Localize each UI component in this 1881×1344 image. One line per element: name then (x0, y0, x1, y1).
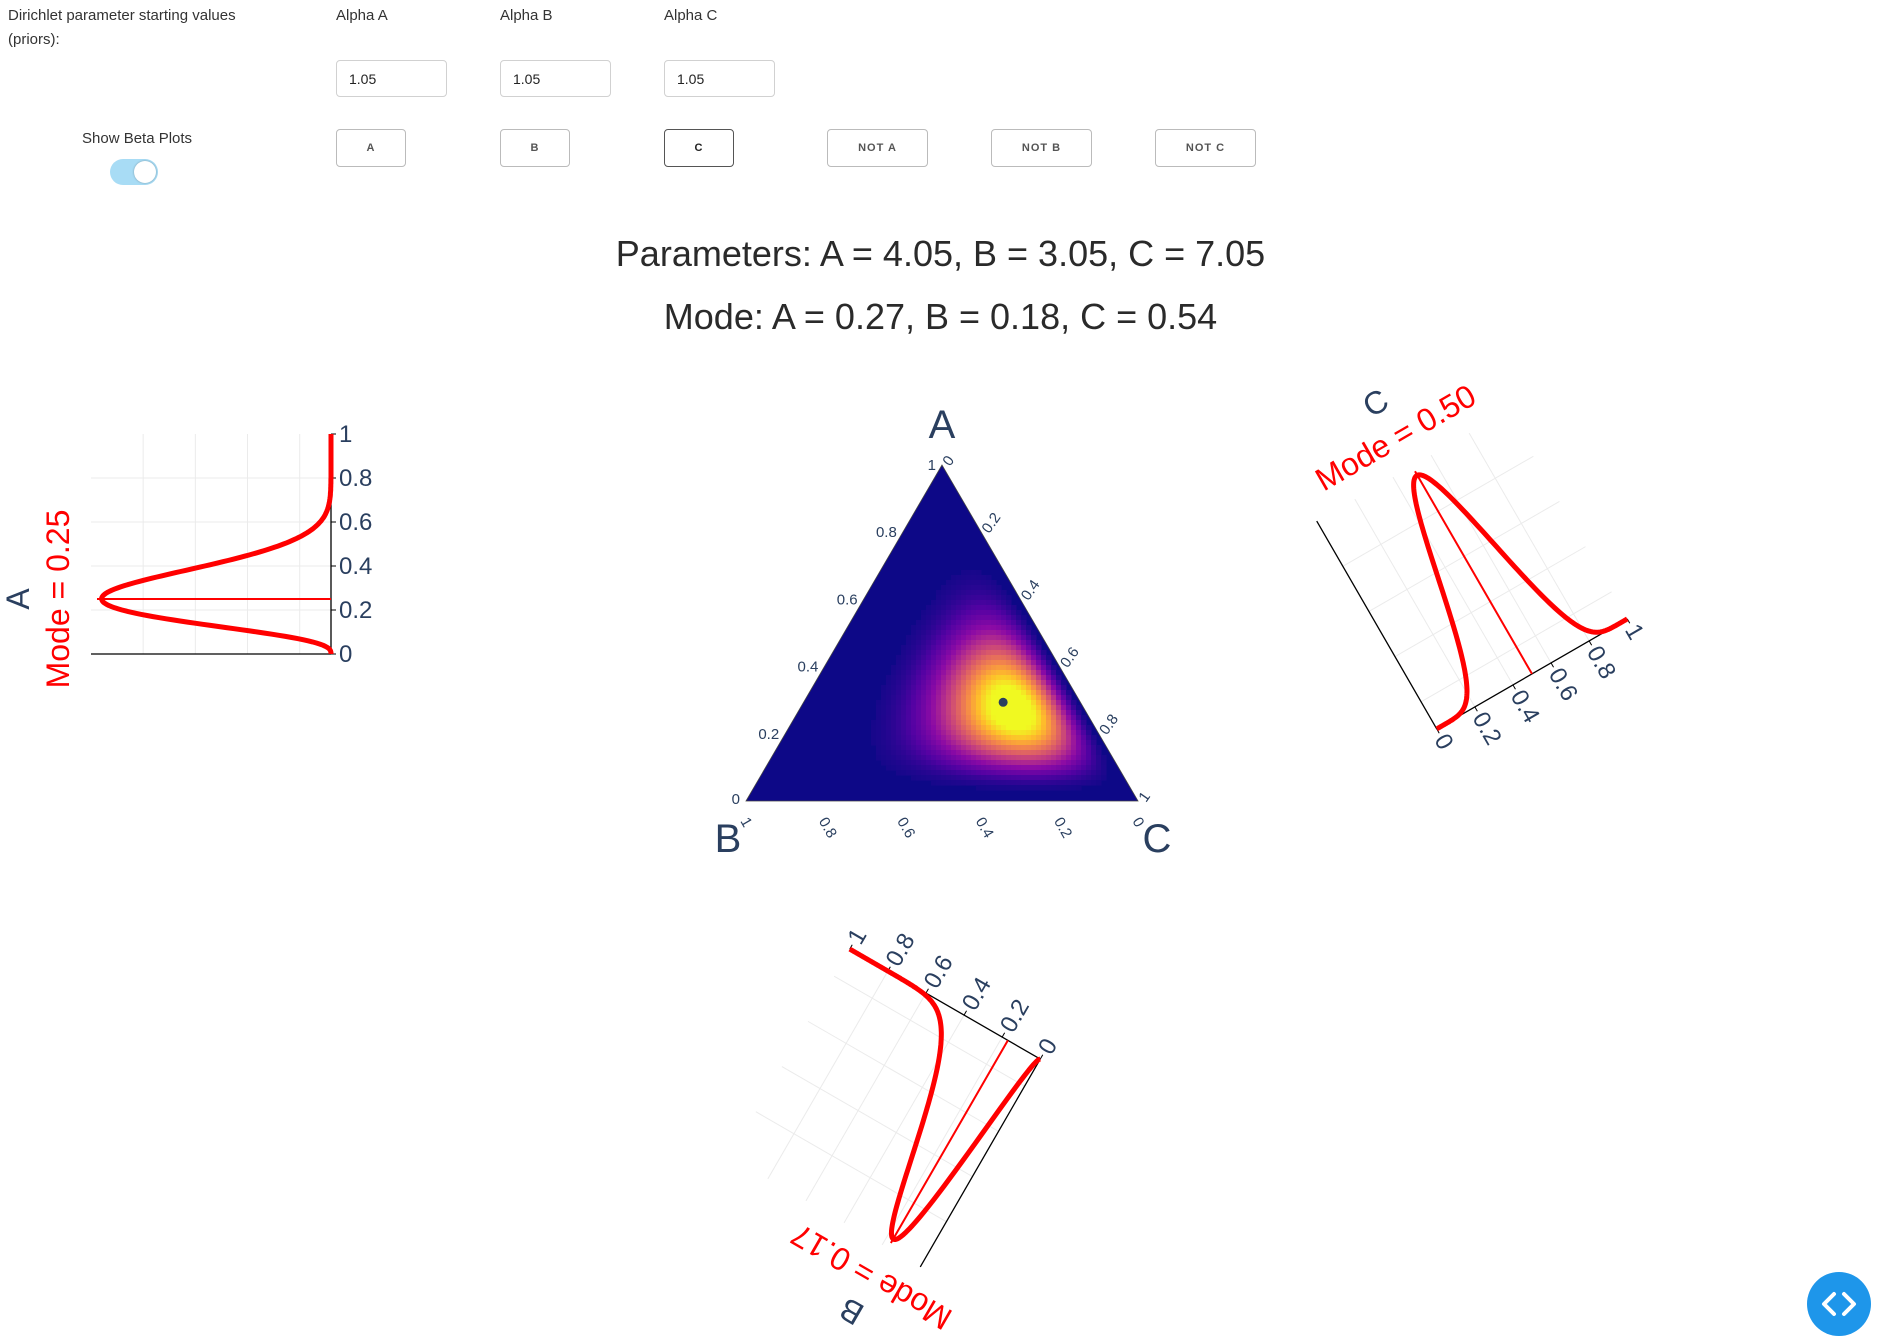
beta-tick-label: 0.4 (957, 973, 997, 1015)
beta-tick-label: 1 (1619, 619, 1649, 644)
vertex-label-c: C (1143, 817, 1172, 861)
b-axis-tick: 0.2 (1050, 815, 1075, 842)
beta-tick-label: 0.2 (995, 995, 1035, 1037)
beta-tick-mark (1512, 684, 1516, 690)
mode-annotation: Mode = 0.17 (785, 1217, 958, 1338)
beta-tick-mark (887, 966, 891, 972)
beta-tick-mark (1626, 618, 1631, 624)
mode-line (890, 1039, 1009, 1244)
beta-plot-a: 0 0.2 0.4 0.6 0.8 1 Mode = 0.25A (0, 421, 372, 688)
beta-tick-label: 1 (339, 421, 352, 448)
beta-tick-label: 0 (1033, 1034, 1063, 1059)
beta-value-axis (1316, 520, 1438, 730)
a-axis-tick: 1 (928, 457, 936, 474)
beta-tick-mark (1436, 728, 1440, 734)
c-axis-tick: 0.2 (979, 510, 1005, 537)
show-beta-label: Show Beta Plots (82, 130, 193, 147)
alpha-b-input[interactable] (500, 60, 611, 97)
b-axis-tick: 0 (1129, 815, 1148, 831)
beta-tick-mark (1039, 1054, 1044, 1060)
beta-tick-label: 0.2 (1467, 707, 1507, 749)
beta-density-curve (848, 946, 1042, 1243)
a-axis-tick: 0.6 (837, 591, 858, 608)
mode-annotation: Mode = 0.50 (1309, 377, 1482, 498)
beta-grid (1342, 432, 1612, 708)
a-axis-tick: 0.4 (798, 659, 819, 676)
b-axis-tick: 0.8 (815, 815, 840, 842)
beta-title: B (833, 1291, 869, 1333)
beta-tick-mark (925, 988, 929, 994)
ternary-plot: 0.20.40.60.81000.20.40.60.8100.20.40.60.… (715, 403, 1172, 861)
beta-plot-b: 00.20.40.60.8 1 Mode = 0.17B (755, 924, 1063, 1338)
button-a[interactable]: A (336, 129, 406, 167)
c-axis-tick: 0.6 (1057, 644, 1083, 671)
beta-tick-mark (1474, 706, 1478, 712)
code-icon (1822, 1292, 1856, 1316)
c-axis-tick: 0.8 (1096, 711, 1122, 738)
c-axis-tick: 0.4 (1018, 577, 1044, 604)
beta-tick-label: 0.8 (1581, 641, 1621, 683)
button-b[interactable]: B (500, 129, 570, 167)
c-axis-tick: 1 (1135, 789, 1154, 806)
beta-title: A (0, 588, 36, 610)
c-axis-tick: 0 (939, 453, 958, 470)
alpha-b-label: Alpha B (500, 7, 553, 24)
beta-grid (755, 970, 1025, 1246)
alpha-c-label: Alpha C (664, 7, 718, 24)
code-toggle-button[interactable] (1807, 1272, 1871, 1336)
beta-density-curve (1411, 472, 1629, 732)
parameters-heading: Parameters: A = 4.05, B = 3.05, C = 7.05 (615, 233, 1266, 274)
beta-tick-label: 0.2 (339, 597, 372, 624)
button-not-b[interactable]: NOT B (991, 129, 1092, 167)
beta-tick-label: 0.4 (1505, 685, 1545, 727)
beta-tick-mark (963, 1010, 967, 1016)
beta-tick-label: 1 (842, 924, 872, 949)
beta-density-curve (99, 432, 334, 656)
beta-tick-label: 0.6 (919, 951, 959, 993)
mode-annotation: Mode = 0.25 (40, 510, 76, 689)
a-axis-tick: 0 (732, 791, 740, 808)
mode-point (998, 697, 1008, 707)
beta-tick-label: 0.6 (1543, 663, 1583, 705)
button-not-c[interactable]: NOT C (1155, 129, 1256, 167)
alpha-a-label: Alpha A (336, 7, 388, 24)
charts-canvas: 0.20.40.60.81000.20.40.60.8100.20.40.60.… (0, 377, 1649, 1338)
mode-heading: Mode: A = 0.27, B = 0.18, C = 0.54 (663, 296, 1218, 337)
beta-tick-label: 0.6 (339, 509, 372, 536)
beta-tick-mark (1001, 1032, 1006, 1038)
mode-line (1414, 470, 1533, 675)
beta-x-axis (1436, 618, 1628, 730)
vertex-label-b: B (715, 817, 742, 861)
beta-tick-mark (1588, 640, 1593, 646)
ternary-background (746, 465, 1138, 801)
beta-x-axis (849, 948, 1041, 1060)
beta-tick-mark (849, 944, 853, 950)
ternary-border (745, 464, 1139, 802)
beta-plot-c: 0 0.20.40.60.81 Mode = 0.50C (1309, 377, 1649, 754)
beta-tick-label: 0 (1429, 729, 1459, 754)
b-axis-tick: 1 (737, 815, 756, 831)
beta-tick-label: 0.8 (881, 929, 921, 971)
show-beta-toggle[interactable] (110, 159, 158, 185)
density-heatmap (871, 570, 1107, 791)
b-axis-tick: 0.6 (893, 815, 918, 842)
beta-grid (91, 434, 331, 654)
a-axis-tick: 0.2 (758, 726, 779, 743)
priors-label: Dirichlet parameter starting values (pri… (8, 7, 236, 48)
beta-value-axis (919, 1058, 1041, 1268)
beta-tick-mark (1550, 662, 1554, 668)
toggle-knob (134, 161, 156, 183)
alpha-a-input[interactable] (336, 60, 447, 97)
button-c[interactable]: C (664, 129, 734, 167)
beta-tick-label: 0.8 (339, 465, 372, 492)
a-axis-tick: 0.8 (876, 524, 897, 541)
beta-tick-label: 0 (339, 641, 352, 668)
beta-title: C (1356, 381, 1394, 424)
alpha-c-input[interactable] (664, 60, 775, 97)
button-not-a[interactable]: NOT A (827, 129, 928, 167)
b-axis-tick: 0.4 (972, 815, 997, 842)
beta-tick-label: 0.4 (339, 553, 372, 580)
vertex-label-a: A (929, 403, 956, 447)
